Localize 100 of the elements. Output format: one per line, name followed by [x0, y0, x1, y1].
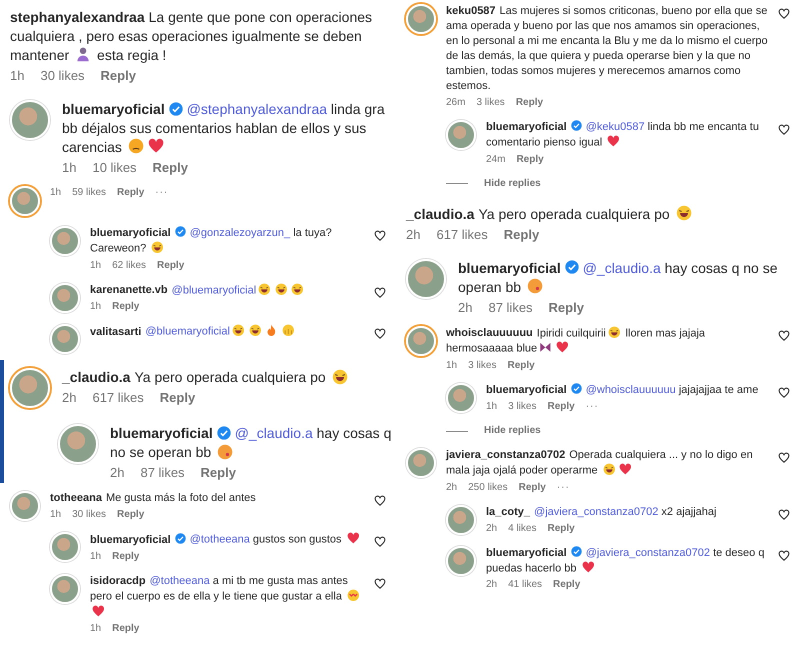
avatar[interactable]	[406, 258, 446, 299]
reply-button[interactable]: Reply	[504, 226, 540, 243]
avatar[interactable]	[446, 504, 476, 535]
avatar[interactable]	[50, 532, 80, 562]
reply-button[interactable]: Reply	[507, 359, 535, 374]
reply-button[interactable]: Reply	[516, 96, 544, 110]
laughing-face-icon	[602, 463, 616, 476]
like-count: 3 likes	[508, 400, 536, 414]
mention-link[interactable]: @whoisclauuuuuu	[586, 384, 676, 396]
like-button[interactable]	[778, 124, 790, 136]
mention-link[interactable]: @bluemaryoficial	[172, 284, 256, 296]
like-button[interactable]	[374, 536, 386, 548]
like-button[interactable]	[374, 286, 386, 299]
reply-button[interactable]: Reply	[553, 578, 580, 592]
avatar[interactable]	[50, 282, 80, 313]
comment-time: 24m	[486, 152, 506, 167]
comment-time: 26m	[446, 96, 466, 110]
heart-icon	[556, 341, 568, 354]
heart-icon	[148, 138, 164, 155]
mention-link[interactable]: @stephanyalexandraa	[186, 101, 328, 117]
comment-time: 1h	[90, 258, 102, 273]
reply-button[interactable]: Reply	[518, 480, 546, 495]
mention-link[interactable]: @totheeana	[150, 575, 210, 588]
reply-button[interactable]: Reply	[547, 522, 575, 536]
mention-link[interactable]: @javiera_constanza0702	[586, 546, 710, 559]
like-count: 62 likes	[112, 258, 146, 273]
more-button[interactable]: ···	[556, 480, 570, 495]
mention-link[interactable]: @gonzalezoyarzun_	[190, 227, 290, 239]
comment-text: bluemaryoficial @_claudio.a hay cosas q no se operan bb	[458, 258, 778, 297]
like-button[interactable]	[778, 8, 790, 20]
avatar[interactable]	[10, 186, 40, 216]
reply-button[interactable]: Reply	[117, 186, 144, 200]
avatar[interactable]	[10, 368, 50, 408]
reply-button[interactable]: Reply	[100, 67, 136, 84]
comment-text: stephanyalexandraa La gente que pone con operaciones cualquiera , pero esas operaciones igualmente se deben mantener esta regia !	[10, 8, 374, 65]
mention-link[interactable]: @keku0587	[586, 121, 645, 133]
comment-text: isidoracdp @totheeana a mi tb me gusta mas antes pero el cuerpo es de ella y le tiene que gustar a ella	[90, 574, 364, 620]
mention-link[interactable]: @totheeana	[190, 534, 250, 546]
mention-link[interactable]: @javiera_constanza0702	[534, 506, 658, 518]
avatar[interactable]	[10, 491, 40, 522]
reply-button[interactable]: Reply	[112, 300, 140, 314]
like-button[interactable]	[778, 550, 790, 562]
comment-time: 2h	[406, 226, 420, 243]
hide-replies-link[interactable]: Hide replies	[484, 176, 541, 191]
like-button[interactable]	[778, 508, 790, 521]
avatar[interactable]	[406, 448, 436, 478]
comment-text: karenanette.vb @bluemaryoficial	[90, 282, 364, 298]
like-count: 87 likes	[140, 464, 185, 482]
person-icon	[75, 46, 92, 63]
avatar[interactable]	[50, 574, 80, 604]
hide-replies-link[interactable]: Hide replies	[484, 424, 541, 438]
avatar[interactable]	[50, 226, 80, 256]
heart-icon	[92, 604, 105, 618]
avatar[interactable]	[446, 120, 476, 150]
like-count: 4 likes	[508, 522, 536, 536]
reply-button[interactable]: Reply	[547, 400, 575, 414]
like-count: 617 likes	[92, 389, 144, 406]
like-button[interactable]	[374, 578, 386, 590]
avatar[interactable]	[10, 100, 50, 140]
avatar[interactable]	[446, 383, 476, 414]
avatar[interactable]	[58, 424, 98, 464]
like-button[interactable]	[778, 387, 790, 400]
comment-time: 2h	[110, 464, 124, 482]
avatar[interactable]	[446, 546, 476, 576]
reply-button[interactable]: Reply	[160, 389, 196, 406]
avatar[interactable]	[406, 326, 436, 356]
reply-button[interactable]: Reply	[112, 622, 140, 636]
mention-link[interactable]: @bluemaryoficial	[145, 326, 230, 338]
reply-button[interactable]: Reply	[200, 464, 236, 482]
comment-time: 1h	[486, 400, 498, 414]
like-count: 87 likes	[488, 298, 533, 316]
laughing-face-icon	[248, 324, 262, 337]
like-button[interactable]	[778, 452, 790, 464]
mention-link[interactable]: @_claudio.a	[234, 425, 313, 442]
comment-time: 1h	[50, 508, 62, 522]
like-count: 30 likes	[72, 508, 106, 522]
more-button[interactable]: ···	[155, 186, 168, 200]
comment-text: _claudio.a Ya pero operada cualquiera po	[62, 368, 394, 388]
avatar[interactable]	[406, 4, 436, 34]
reply-button[interactable]: Reply	[112, 550, 140, 564]
more-button[interactable]: ···	[586, 400, 599, 414]
sad-face-icon	[128, 138, 144, 155]
like-count: 30 likes	[40, 67, 85, 84]
comment-time: 1h	[90, 550, 102, 564]
like-count: 41 likes	[508, 578, 542, 592]
laughing-face-icon	[332, 368, 348, 385]
heart-icon	[619, 463, 632, 476]
avatar[interactable]	[50, 324, 80, 354]
mention-link[interactable]: @_claudio.a	[582, 260, 661, 276]
reply-button[interactable]: Reply	[117, 508, 144, 522]
like-button[interactable]	[374, 495, 386, 508]
laughing-face-icon	[608, 326, 620, 338]
reply-button[interactable]: Reply	[157, 258, 184, 273]
like-button[interactable]	[374, 328, 386, 340]
comment-time: 2h	[458, 298, 472, 316]
like-button[interactable]	[374, 230, 386, 242]
like-button[interactable]	[778, 330, 790, 342]
reply-button[interactable]: Reply	[152, 159, 188, 176]
reply-button[interactable]: Reply	[516, 152, 544, 167]
reply-button[interactable]: Reply	[548, 298, 584, 316]
